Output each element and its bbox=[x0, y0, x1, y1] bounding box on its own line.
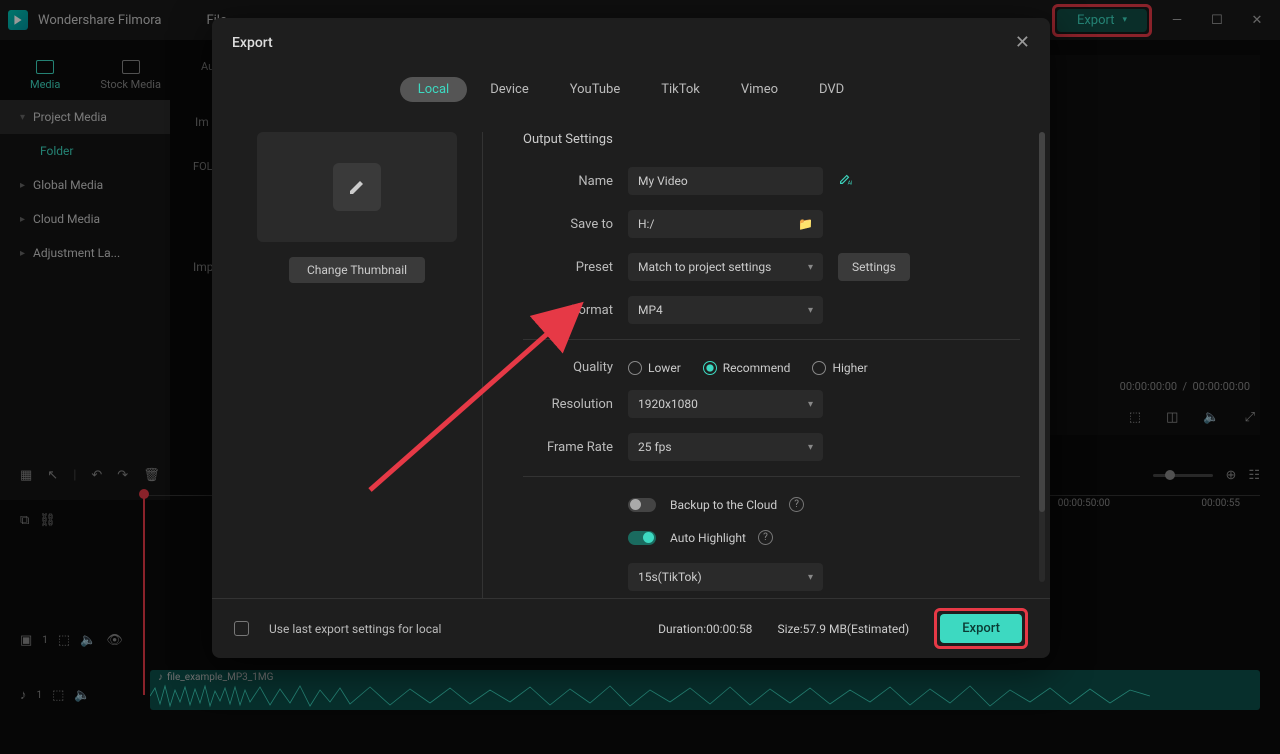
chevron-down-icon: ▾ bbox=[808, 572, 813, 583]
chevron-down-icon: ▾ bbox=[808, 399, 813, 410]
resolution-select[interactable]: 1920x1080▾ bbox=[628, 390, 823, 418]
modal-close-button[interactable]: ✕ bbox=[1015, 32, 1030, 53]
chevron-down-icon: ▾ bbox=[808, 262, 813, 273]
export-modal: Export ✕ Local Device YouTube TikTok Vim… bbox=[212, 18, 1050, 658]
radio-icon bbox=[628, 361, 642, 375]
help-icon[interactable]: ? bbox=[789, 497, 804, 512]
settings-button[interactable]: Settings bbox=[838, 253, 910, 281]
use-last-label: Use last export settings for local bbox=[269, 622, 441, 636]
backup-label: Backup to the Cloud bbox=[670, 498, 777, 512]
tab-device[interactable]: Device bbox=[472, 77, 547, 102]
thumbnail-placeholder bbox=[333, 163, 381, 211]
row-saveto: Save to H:/📁 bbox=[523, 210, 1020, 238]
highlight-preset-select[interactable]: 15s(TikTok)▾ bbox=[628, 563, 823, 591]
radio-icon bbox=[812, 361, 826, 375]
ai-edit-icon[interactable]: AI bbox=[838, 172, 852, 190]
label-resolution: Resolution bbox=[523, 397, 628, 412]
svg-text:AI: AI bbox=[848, 180, 852, 186]
format-select[interactable]: MP4▾ bbox=[628, 296, 823, 324]
row-resolution: Resolution 1920x1080▾ bbox=[523, 390, 1020, 418]
modal-title: Export bbox=[232, 35, 273, 51]
radio-higher[interactable]: Higher bbox=[812, 361, 867, 375]
tab-dvd[interactable]: DVD bbox=[801, 77, 862, 102]
modal-header: Export ✕ bbox=[212, 18, 1050, 67]
size-text: Size:57.9 MB(Estimated) bbox=[777, 622, 909, 636]
name-input[interactable] bbox=[628, 167, 823, 195]
modal-footer: Use last export settings for local Durat… bbox=[212, 598, 1050, 658]
chevron-down-icon: ▾ bbox=[808, 442, 813, 453]
change-thumbnail-button[interactable]: Change Thumbnail bbox=[289, 257, 425, 283]
help-icon[interactable]: ? bbox=[758, 530, 773, 545]
quality-radio-group: Lower Recommend Higher bbox=[628, 361, 868, 375]
section-title: Output Settings bbox=[523, 132, 1020, 147]
label-saveto: Save to bbox=[523, 217, 628, 232]
label-format: Format bbox=[523, 303, 628, 318]
scrollbar[interactable] bbox=[1039, 132, 1045, 582]
pencil-icon bbox=[347, 177, 367, 197]
radio-recommend[interactable]: Recommend bbox=[703, 361, 791, 375]
row-autohighlight: Auto Highlight ? bbox=[523, 530, 1020, 545]
label-preset: Preset bbox=[523, 260, 628, 275]
tab-local[interactable]: Local bbox=[400, 77, 467, 102]
divider bbox=[523, 339, 1020, 340]
chevron-down-icon: ▾ bbox=[808, 305, 813, 316]
label-name: Name bbox=[523, 174, 628, 189]
radio-icon bbox=[703, 361, 717, 375]
autohighlight-label: Auto Highlight bbox=[670, 531, 746, 545]
preset-select[interactable]: Match to project settings▾ bbox=[628, 253, 823, 281]
folder-icon: 📁 bbox=[798, 217, 813, 231]
thumbnail-preview[interactable] bbox=[257, 132, 457, 242]
framerate-select[interactable]: 25 fps▾ bbox=[628, 433, 823, 461]
duration-text: Duration:00:00:58 bbox=[658, 622, 752, 636]
row-format: Format MP4▾ bbox=[523, 296, 1020, 324]
row-name: Name AI bbox=[523, 167, 1020, 195]
tab-youtube[interactable]: YouTube bbox=[552, 77, 639, 102]
row-highlight-preset: 15s(TikTok)▾ bbox=[523, 563, 1020, 591]
radio-lower[interactable]: Lower bbox=[628, 361, 681, 375]
row-backup: Backup to the Cloud ? bbox=[523, 497, 1020, 512]
backup-toggle[interactable] bbox=[628, 498, 656, 512]
toggle-knob bbox=[643, 532, 654, 543]
divider bbox=[523, 476, 1020, 477]
export-button-highlight: Export bbox=[934, 608, 1028, 649]
modal-body: Change Thumbnail Output Settings Name AI… bbox=[212, 112, 1050, 598]
saveto-field[interactable]: H:/📁 bbox=[628, 210, 823, 238]
left-column: Change Thumbnail bbox=[242, 132, 472, 598]
toggle-knob bbox=[630, 499, 641, 510]
label-framerate: Frame Rate bbox=[523, 440, 628, 455]
tab-tiktok[interactable]: TikTok bbox=[643, 77, 718, 102]
row-preset: Preset Match to project settings▾ Settin… bbox=[523, 253, 1020, 281]
tab-vimeo[interactable]: Vimeo bbox=[723, 77, 796, 102]
scrollbar-thumb[interactable] bbox=[1039, 132, 1045, 512]
export-button[interactable]: Export bbox=[940, 614, 1022, 643]
label-quality: Quality bbox=[523, 360, 628, 375]
use-last-checkbox[interactable] bbox=[234, 621, 249, 636]
row-quality: Quality Lower Recommend Higher bbox=[523, 360, 1020, 375]
right-column: Output Settings Name AI Save to H:/📁 Pre… bbox=[482, 132, 1020, 598]
autohighlight-toggle[interactable] bbox=[628, 531, 656, 545]
row-framerate: Frame Rate 25 fps▾ bbox=[523, 433, 1020, 461]
export-tabs: Local Device YouTube TikTok Vimeo DVD bbox=[212, 67, 1050, 112]
